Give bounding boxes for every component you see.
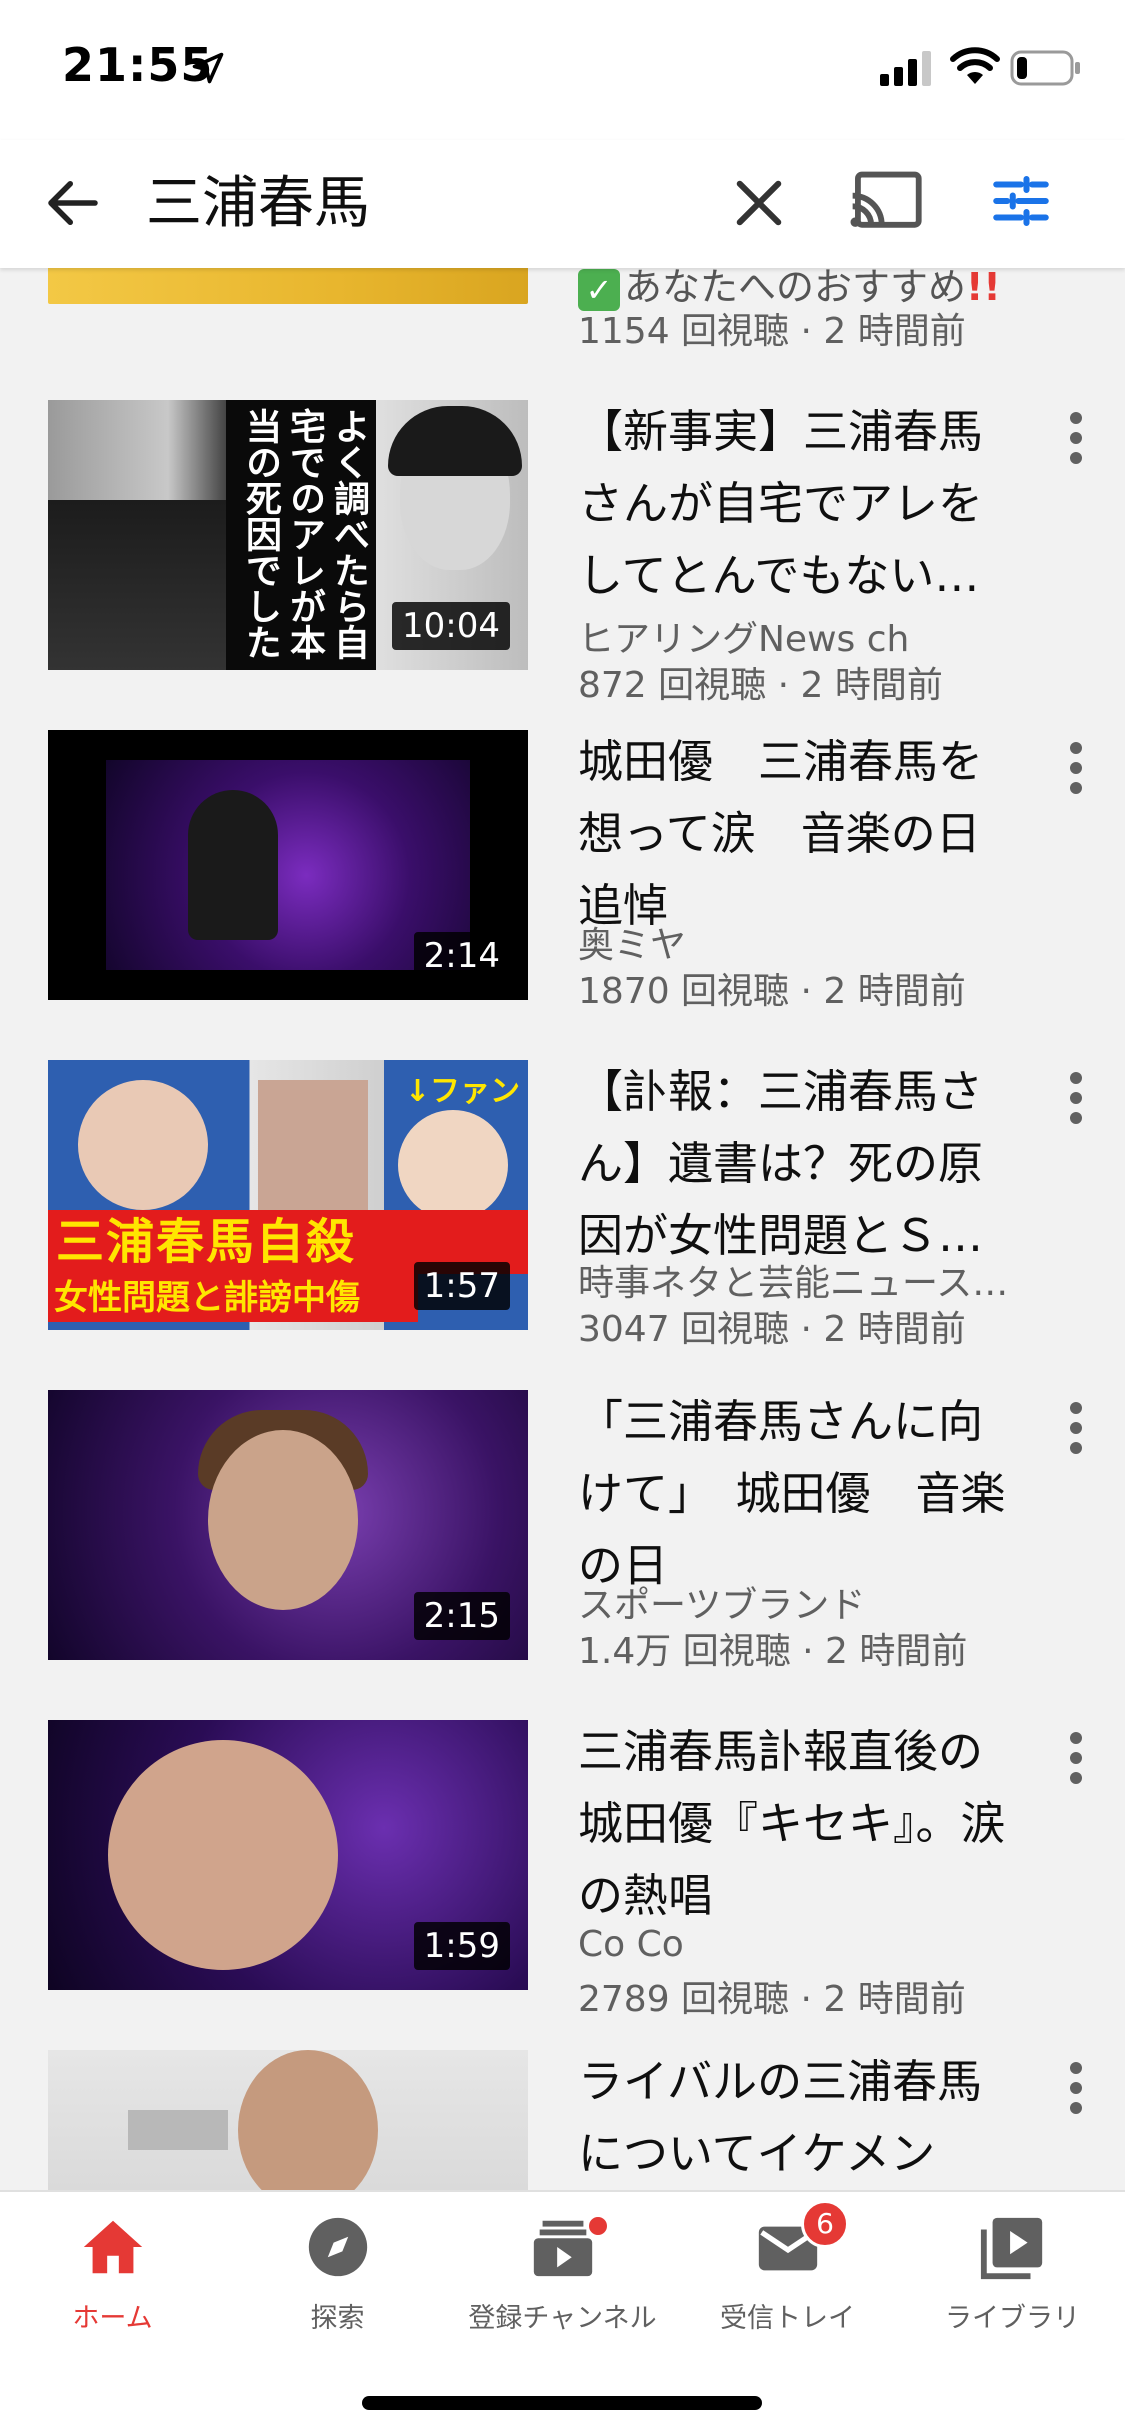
channel-name[interactable]: ヒアリングNews ch: [578, 610, 1038, 662]
video-meta: 1154 回視聴 · 2 時間前: [578, 311, 966, 352]
nav-item-explore[interactable]: 探索: [225, 2212, 450, 2352]
video-title[interactable]: 【新事実】三浦春馬さんが自宅でアレをしてとんでもない…: [578, 396, 1018, 612]
video-meta: 872 回視聴 · 2 時間前: [578, 665, 943, 706]
nav-label: 登録チャンネル: [468, 2303, 657, 2334]
nav-item-library[interactable]: ライブラリ: [900, 2212, 1125, 2352]
video-duration: 1:57: [413, 1262, 510, 1310]
video-title[interactable]: 【訃報：三浦春馬さん】遺書は？死の原因が女性問題とＳ…: [578, 1056, 1018, 1272]
video-thumbnail[interactable]: [48, 2050, 528, 2190]
video-title[interactable]: 「三浦春馬さんに向けて」 城田優 音楽の日: [578, 1386, 1018, 1602]
more-options-icon[interactable]: [1056, 1398, 1096, 1458]
nav-item-home[interactable]: ホーム: [0, 2212, 225, 2352]
nav-label: 受信トレイ: [720, 2303, 855, 2334]
inbox-badge: 6: [801, 2200, 849, 2248]
nav-item-subscriptions[interactable]: 登録チャンネル: [450, 2212, 675, 2352]
filter-icon[interactable]: [988, 168, 1054, 234]
video-duration: 1:59: [413, 1922, 510, 1970]
video-meta: 3047 回視聴 · 2 時間前: [578, 1309, 966, 1350]
video-thumbnail[interactable]: [48, 268, 528, 304]
video-thumbnail[interactable]: 1:59: [48, 1720, 528, 1990]
video-title[interactable]: ライバルの三浦春馬についてイケメン: [578, 2046, 1018, 2190]
channel-name[interactable]: 時事ネタと芸能ニュース…: [578, 1254, 1038, 1306]
thumbnail-text: ↓ファン: [404, 1074, 520, 1109]
nav-label: 探索: [310, 2303, 365, 2334]
list-item[interactable]: 2:15 「三浦春馬さんに向けて」 城田優 音楽の日 スポーツブランド 1.4万…: [0, 1390, 1125, 1720]
status-bar: 21:55: [0, 0, 1125, 140]
battery-icon: [1010, 50, 1080, 86]
clear-search-icon[interactable]: [726, 170, 792, 236]
video-meta: 1.4万 回視聴 · 2 時間前: [578, 1631, 968, 1672]
thumbnail-text: よく調べたら自宅でのアレが本当の死因でした: [226, 400, 376, 670]
list-item[interactable]: ↓ファン 三浦春馬自殺 女性問題と誹謗中傷 1:57 【訃報：三浦春馬さん】遺書…: [0, 1060, 1125, 1390]
home-icon: [83, 2220, 143, 2274]
video-title[interactable]: 三浦春馬訃報直後の城田優『キセキ』。涙の熱唱: [578, 1716, 1018, 1932]
location-arrow-icon: [192, 52, 224, 84]
search-header: 三浦春馬: [0, 140, 1125, 268]
video-duration: 2:15: [413, 1592, 510, 1640]
more-options-icon[interactable]: [1056, 1728, 1096, 1788]
video-meta: 2789 回視聴 · 2 時間前: [578, 1979, 966, 2020]
more-options-icon[interactable]: [1056, 2058, 1096, 2118]
list-item[interactable]: 2:14 城田優 三浦春馬を想って涙 音楽の日追悼 奥ミヤ 1870 回視聴 ·…: [0, 730, 1125, 1060]
more-options-icon[interactable]: [1056, 1068, 1096, 1128]
list-item[interactable]: 1:59 三浦春馬訃報直後の城田優『キセキ』。涙の熱唱 Co Co 2789 回…: [0, 1720, 1125, 2050]
nav-label: ライブラリ: [945, 2303, 1080, 2334]
video-title[interactable]: 城田優 三浦春馬を想って涙 音楽の日追悼: [578, 726, 1018, 942]
notification-dot: [586, 2214, 610, 2238]
video-thumbnail[interactable]: ↓ファン 三浦春馬自殺 女性問題と誹謗中傷 1:57: [48, 1060, 528, 1330]
home-indicator[interactable]: [362, 2396, 762, 2410]
video-thumbnail[interactable]: 2:15: [48, 1390, 528, 1660]
more-options-icon[interactable]: [1056, 408, 1096, 468]
nav-label: ホーム: [72, 2303, 153, 2334]
thumbnail-text: 女性問題と誹謗中傷: [54, 1278, 360, 1318]
search-query[interactable]: 三浦春馬: [146, 164, 370, 244]
wifi-icon: [950, 47, 1000, 84]
channel-name[interactable]: スポーツブランド: [578, 1576, 1038, 1628]
video-thumbnail[interactable]: よく調べたら自宅でのアレが本当の死因でした 10:04: [48, 400, 528, 670]
list-item[interactable]: ✓ あなたへのおすすめ!! 1154 回視聴 · 2 時間前: [0, 268, 1125, 364]
list-item[interactable]: よく調べたら自宅でのアレが本当の死因でした 10:04 【新事実】三浦春馬さんが…: [0, 400, 1125, 730]
double-exclamation-icon: !!: [966, 268, 1001, 309]
search-results-list: ✓ あなたへのおすすめ!! 1154 回視聴 · 2 時間前 よく調べたら自宅での…: [0, 268, 1125, 2190]
nav-item-inbox[interactable]: 6 受信トレイ: [675, 2200, 900, 2352]
video-duration: 2:14: [413, 932, 510, 980]
library-icon: [980, 2217, 1043, 2280]
back-arrow-icon[interactable]: [40, 170, 106, 236]
video-duration: 10:04: [392, 602, 510, 650]
signal-icon: [880, 51, 931, 86]
list-item[interactable]: ライバルの三浦春馬についてイケメン: [0, 2050, 1125, 2190]
more-options-icon[interactable]: [1056, 738, 1096, 798]
video-meta: 1870 回視聴 · 2 時間前: [578, 971, 966, 1012]
cast-icon[interactable]: [850, 168, 924, 234]
explore-icon: [308, 2217, 368, 2277]
video-thumbnail[interactable]: 2:14: [48, 730, 528, 1000]
channel-name[interactable]: Co Co: [578, 1924, 1038, 1965]
channel-name[interactable]: 奥ミヤ: [578, 916, 1038, 968]
